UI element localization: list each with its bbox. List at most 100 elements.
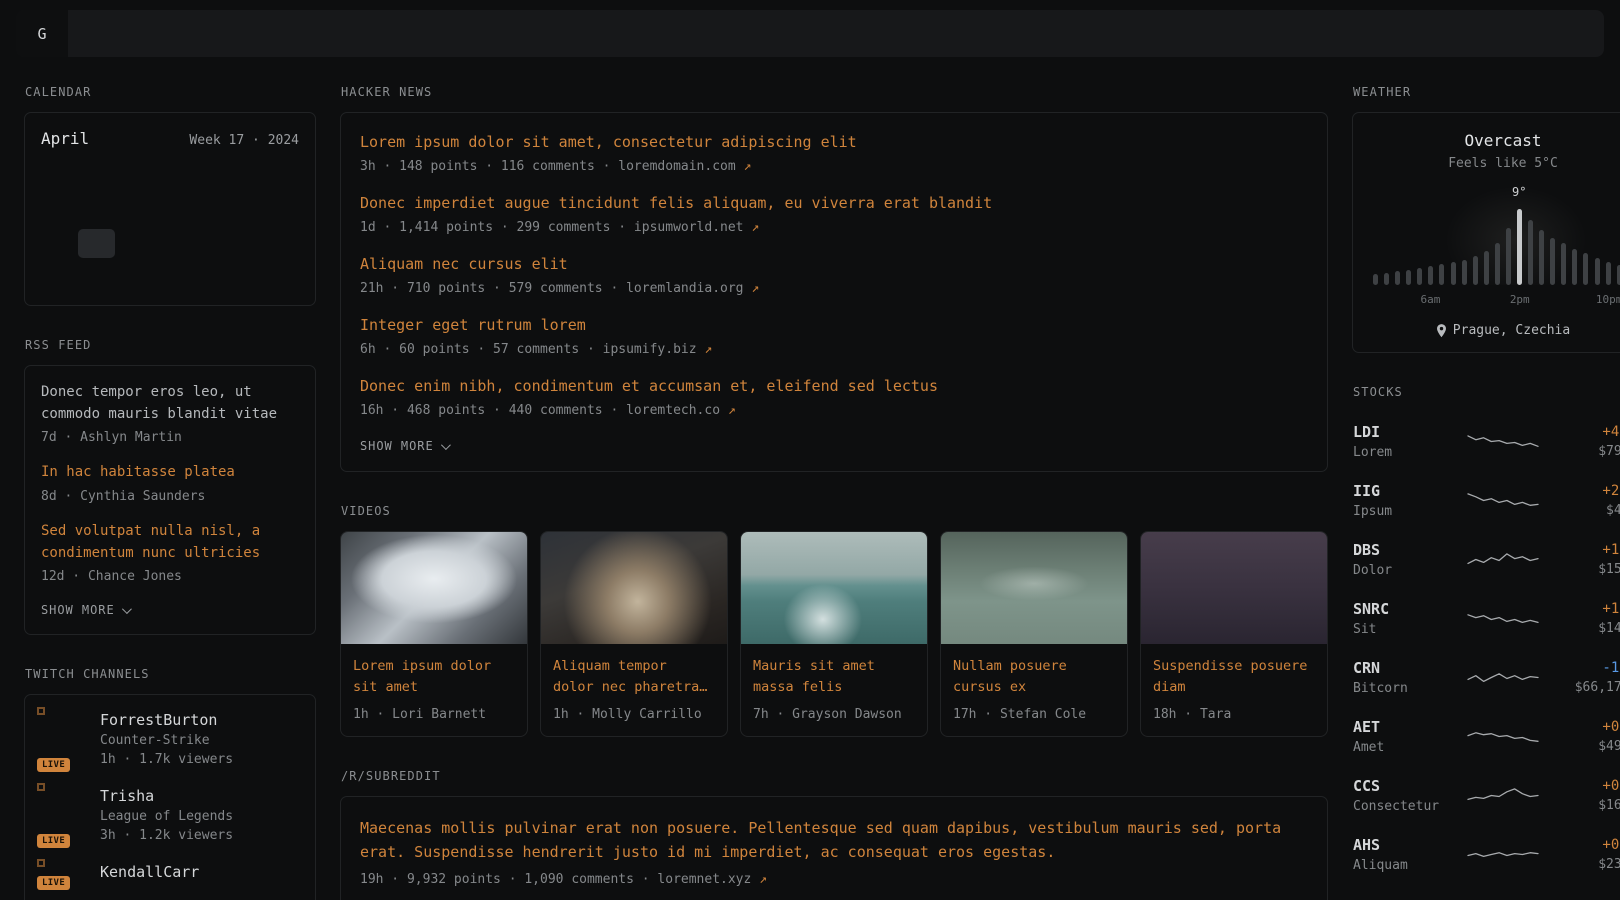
- video-title[interactable]: Suspendisse posuere diam: [1153, 656, 1315, 698]
- weather-bar: [1462, 260, 1467, 285]
- stock-row[interactable]: AHS Aliquam +0.46% $231.10: [1352, 825, 1620, 884]
- external-link-icon[interactable]: ↗: [704, 342, 712, 357]
- video-card[interactable]: Lorem ipsum dolor sit amet consectetu… 1…: [340, 531, 528, 737]
- stock-row[interactable]: DBS Dolor +1.42% $156.28: [1352, 530, 1620, 589]
- weather-bar: [1550, 238, 1555, 285]
- twitch-channel-name[interactable]: ForrestBurton: [100, 711, 233, 729]
- calendar-day-headers: [41, 161, 299, 185]
- video-card[interactable]: Suspendisse posuere diam 18h · Tara: [1140, 531, 1328, 737]
- twitch-channel-row[interactable]: LIVE Trisha League of Legends 3h · 1.2k …: [41, 787, 299, 843]
- rss-item-title[interactable]: Donec tempor eros leo, ut commodo mauris…: [41, 382, 299, 425]
- weather-bar: [1417, 268, 1422, 285]
- hackernews-item-title[interactable]: Integer eget rutrum lorem: [360, 315, 1308, 336]
- stock-name: Amet: [1353, 740, 1452, 755]
- stock-row[interactable]: IIG Ipsum +2.84% $42.04: [1352, 471, 1620, 530]
- video-meta: 1h · Lori Barnett: [353, 707, 515, 722]
- video-title[interactable]: Mauris sit amet massa felis: [753, 656, 915, 698]
- calendar-day: [188, 260, 225, 289]
- weather-time-label: 10pm: [1596, 293, 1620, 306]
- calendar-day: [115, 198, 152, 227]
- weather-time-label: 6am: [1420, 293, 1440, 306]
- rss-item-title[interactable]: In hac habitasse platea: [41, 462, 299, 484]
- external-link-icon[interactable]: ↗: [759, 872, 767, 887]
- video-title[interactable]: Nullam posuere cursus ex: [953, 656, 1115, 698]
- hackernews-item: Integer eget rutrum lorem 6h · 60 points…: [360, 315, 1308, 357]
- calendar-day-header: [225, 161, 262, 185]
- twitch-channel-info: KendallCarr: [100, 863, 199, 885]
- live-badge: LIVE: [37, 758, 70, 772]
- calendar-day-header: [78, 161, 115, 185]
- page-tabs: [94, 10, 194, 57]
- weather-bar: [1606, 262, 1611, 285]
- hackernews-show-more-label: SHOW MORE: [360, 439, 434, 453]
- stock-row[interactable]: SNRC Sit +1.36% $148.64: [1352, 589, 1620, 648]
- calendar-day: [225, 260, 262, 289]
- calendar-day: [152, 229, 189, 258]
- rss-item-meta: 7d · Ashlyn Martin: [41, 430, 299, 445]
- weather-widget: WEATHER Overcast Feels like 5°C 9° 6am2p…: [1352, 85, 1620, 353]
- subreddit-post-title[interactable]: Maecenas mollis pulvinar erat non posuer…: [360, 816, 1308, 864]
- twitch-channel-name[interactable]: KendallCarr: [100, 863, 199, 881]
- external-link-icon[interactable]: ↗: [751, 281, 759, 296]
- twitch-section-title: TWITCH CHANNELS: [25, 667, 315, 681]
- external-link-icon[interactable]: ↗: [744, 159, 752, 174]
- app-logo[interactable]: G: [16, 10, 68, 57]
- video-thumbnail[interactable]: [941, 532, 1127, 644]
- calendar-day: [78, 229, 115, 258]
- stock-price: $66,171.48: [1554, 680, 1620, 695]
- twitch-channel-info: ForrestBurton Counter-Strike 1h · 1.7k v…: [100, 711, 233, 767]
- stock-row[interactable]: LDI Lorem +4.35% $795.18: [1352, 412, 1620, 471]
- weather-time-labels: 6am2pm10pm: [1369, 293, 1620, 309]
- hackernews-item-title[interactable]: Donec imperdiet augue tincidunt felis al…: [360, 193, 1308, 214]
- video-thumbnail[interactable]: [341, 532, 527, 644]
- stock-symbol: SNRC: [1353, 600, 1452, 618]
- stock-sparkline: [1464, 429, 1542, 455]
- video-title[interactable]: Lorem ipsum dolor sit amet consectetu…: [353, 656, 515, 698]
- rss-show-more-label: SHOW MORE: [41, 603, 115, 617]
- stock-id: AHS Aliquam: [1353, 836, 1452, 873]
- rss-item: Donec tempor eros leo, ut commodo mauris…: [41, 382, 299, 445]
- rss-item-meta: 12d · Chance Jones: [41, 569, 299, 584]
- hackernews-item-meta-text: 3h · 148 points · 116 comments · loremdo…: [360, 159, 744, 174]
- stock-row[interactable]: CRN Bitcorn -1.00% $66,171.48: [1352, 648, 1620, 707]
- twitch-channel-name[interactable]: Trisha: [100, 787, 233, 805]
- stock-row[interactable]: CCS Consectetur +0.51% $165.84: [1352, 766, 1620, 825]
- stock-symbol: AET: [1353, 718, 1452, 736]
- video-thumbnail[interactable]: [1141, 532, 1327, 644]
- stock-row[interactable]: AET Amet +0.92% $499.72: [1352, 707, 1620, 766]
- stock-name: Bitcorn: [1353, 681, 1452, 696]
- twitch-channel-row[interactable]: LIVE KendallCarr: [41, 863, 299, 885]
- rss-show-more-button[interactable]: SHOW MORE: [41, 603, 129, 617]
- video-card[interactable]: Mauris sit amet massa felis 7h · Grayson…: [740, 531, 928, 737]
- stock-id: DBS Dolor: [1353, 541, 1452, 578]
- stock-values: +1.36% $148.64: [1554, 601, 1620, 636]
- video-thumbnail[interactable]: [541, 532, 727, 644]
- stock-id: LDI Lorem: [1353, 423, 1452, 460]
- calendar-day: [262, 260, 299, 289]
- stock-change: +0.51%: [1554, 778, 1620, 794]
- left-column: CALENDAR April Week 17 · 2024 RSS FEED: [24, 85, 316, 900]
- video-thumbnail[interactable]: [741, 532, 927, 644]
- twitch-channel-game: League of Legends: [100, 809, 233, 824]
- dashboard-grid: CALENDAR April Week 17 · 2024 RSS FEED: [0, 85, 1620, 900]
- hackernews-item-title[interactable]: Aliquam nec cursus elit: [360, 254, 1308, 275]
- video-title[interactable]: Aliquam tempor dolor nec pharetra…: [553, 656, 715, 698]
- hackernews-item-title[interactable]: Donec enim nibh, condimentum et accumsan…: [360, 376, 1308, 397]
- stock-price: $231.10: [1554, 857, 1620, 872]
- twitch-avatar-wrap: LIVE: [41, 711, 85, 767]
- video-card[interactable]: Aliquam tempor dolor nec pharetra… 1h · …: [540, 531, 728, 737]
- calendar-day: [262, 198, 299, 227]
- stocks-widget: STOCKS LDI Lorem +4.35% $795.18: [1352, 385, 1620, 884]
- external-link-icon[interactable]: ↗: [751, 220, 759, 235]
- external-link-icon[interactable]: ↗: [728, 403, 736, 418]
- video-card[interactable]: Nullam posuere cursus ex 17h · Stefan Co…: [940, 531, 1128, 737]
- hackernews-show-more-button[interactable]: SHOW MORE: [360, 439, 448, 453]
- calendar-day: [115, 260, 152, 289]
- stock-id: AET Amet: [1353, 718, 1452, 755]
- rss-item-title[interactable]: Sed volutpat nulla nisl, a condimentum n…: [41, 521, 299, 564]
- stocks-section-title: STOCKS: [1353, 385, 1620, 399]
- twitch-channel-row[interactable]: LIVE ForrestBurton Counter-Strike 1h · 1…: [41, 711, 299, 767]
- weather-bar: [1495, 243, 1500, 285]
- stock-values: +0.46% $231.10: [1554, 837, 1620, 872]
- hackernews-item-title[interactable]: Lorem ipsum dolor sit amet, consectetur …: [360, 132, 1308, 153]
